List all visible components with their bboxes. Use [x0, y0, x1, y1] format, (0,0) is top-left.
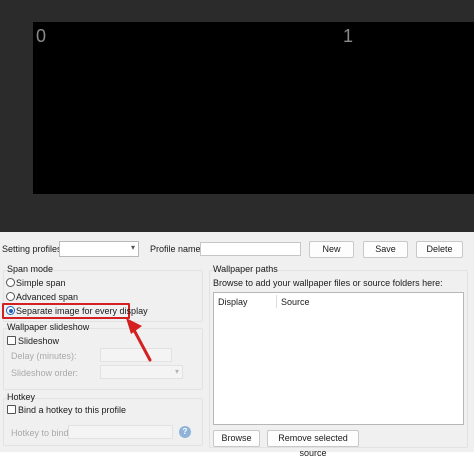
annotation-arrow [126, 318, 152, 362]
